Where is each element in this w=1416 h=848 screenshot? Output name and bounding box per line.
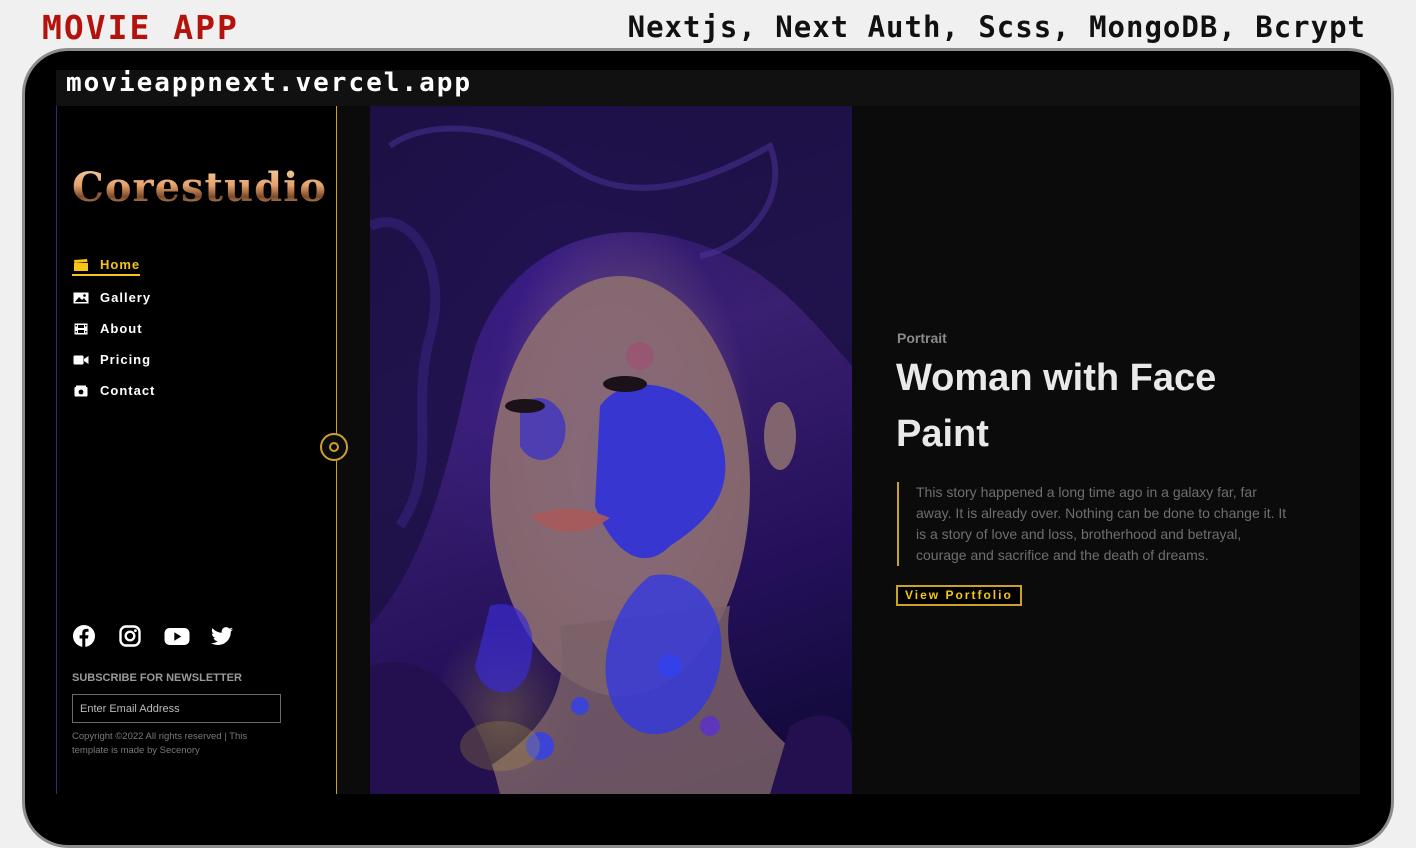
newsletter-label: SUBSCRIBE FOR NEWSLETTER	[72, 672, 242, 684]
hero-title: Woman with Face Paint	[896, 357, 1217, 455]
sidebar-toggle[interactable]	[320, 433, 348, 461]
copyright-text: Copyright ©2022 All rights reserved | Th…	[72, 731, 248, 756]
url-text: movieappnext.vercel.app	[66, 68, 473, 98]
hero-image	[370, 106, 852, 794]
nav-item-pricing[interactable]: Pricing	[72, 344, 155, 375]
instagram-icon[interactable]	[118, 624, 142, 648]
image-icon	[72, 292, 90, 304]
nav-item-contact[interactable]: Contact	[72, 375, 155, 406]
site-logo[interactable]: Corestudio	[72, 164, 327, 211]
main-nav: Home Gallery About Pricing Contact	[72, 251, 155, 406]
nav-item-about[interactable]: About	[72, 313, 155, 344]
view-portfolio-button[interactable]: View Portfolio	[896, 585, 1022, 606]
nav-label-gallery: Gallery	[100, 290, 152, 305]
nav-label-about: About	[100, 321, 143, 336]
url-bar[interactable]: movieappnext.vercel.app	[56, 68, 1360, 106]
hero-category: Portrait	[897, 330, 947, 346]
app-title: MOVIE APP	[42, 8, 239, 47]
social-links	[72, 624, 234, 648]
nav-label-pricing: Pricing	[100, 352, 152, 367]
nav-item-gallery[interactable]: Gallery	[72, 282, 155, 313]
youtube-icon[interactable]	[164, 624, 190, 648]
clapperboard-icon	[72, 258, 90, 271]
facebook-icon[interactable]	[72, 624, 96, 648]
hero-description-block: This story happened a long time ago in a…	[897, 482, 1287, 566]
nav-label-home: Home	[100, 257, 141, 272]
film-icon	[72, 323, 90, 335]
camera-icon	[72, 385, 90, 397]
twitter-icon[interactable]	[210, 624, 234, 648]
hero-description: This story happened a long time ago in a…	[916, 484, 1287, 563]
nav-label-contact: Contact	[100, 383, 156, 398]
tech-stack-label: Nextjs, Next Auth, Scss, MongoDB, Bcrypt	[627, 10, 1366, 44]
email-input[interactable]	[72, 694, 281, 723]
sidebar: Corestudio Home Gallery About Pricing Co…	[56, 106, 337, 794]
nav-item-home[interactable]: Home	[72, 251, 155, 282]
video-camera-icon	[72, 354, 90, 366]
website-screen: Corestudio Home Gallery About Pricing Co…	[56, 106, 1360, 794]
